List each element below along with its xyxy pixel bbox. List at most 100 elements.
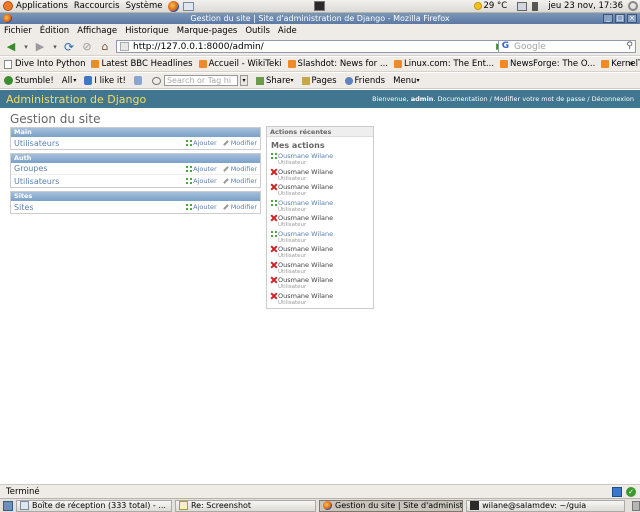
module-sites: Sites Sites Ajouter Modifier xyxy=(10,191,261,214)
model-link[interactable]: Utilisateurs xyxy=(14,177,180,186)
menu-aide[interactable]: Aide xyxy=(278,26,297,36)
add-link[interactable]: Ajouter xyxy=(186,203,217,211)
stop-button[interactable]: ⊘ xyxy=(80,40,94,54)
stumbleupon-status-icon[interactable] xyxy=(612,487,622,497)
gnome-foot-icon xyxy=(3,1,13,11)
back-history-dropdown[interactable]: ▾ xyxy=(22,40,30,54)
add-link[interactable]: Ajouter xyxy=(186,165,217,173)
menu-marque-pages[interactable]: Marque-pages xyxy=(177,26,238,36)
recent-action-line[interactable]: Ousmane Wilane xyxy=(271,152,369,160)
terminal-icon xyxy=(470,501,480,510)
menu-historique[interactable]: Historique xyxy=(125,26,169,36)
volume-icon[interactable] xyxy=(532,1,543,11)
recent-action-type: Utilisateur xyxy=(278,206,307,213)
bookmark-item[interactable]: Dive Into Python xyxy=(4,59,85,69)
search-icon[interactable]: ⚲ xyxy=(626,41,633,51)
clock[interactable]: jeu 23 nov, 17:36 xyxy=(545,0,626,13)
firefox-icon xyxy=(323,501,333,510)
comment-icon[interactable] xyxy=(151,76,161,85)
menu-outils[interactable]: Outils xyxy=(245,26,270,36)
trash-icon[interactable] xyxy=(632,500,640,511)
minimize-button[interactable]: _ xyxy=(603,14,613,23)
add-link[interactable]: Ajouter xyxy=(186,177,217,185)
add-link[interactable]: Ajouter xyxy=(186,139,217,147)
all-label: All xyxy=(61,75,73,86)
firefox-window-icon[interactable] xyxy=(3,14,12,23)
tag-search-input[interactable]: Search or Tag hi xyxy=(163,75,238,86)
pencil-icon xyxy=(222,178,229,184)
recent-action-line[interactable]: Ousmane Wilane xyxy=(271,199,369,207)
weather-applet[interactable]: 29 °C xyxy=(471,0,511,13)
recent-action-line[interactable]: Ousmane Wilane xyxy=(271,230,369,238)
system-menu[interactable]: Système xyxy=(123,0,166,13)
stumbleupon-toolbar: Stumble! All ▾ I like it! Search or Tag h… xyxy=(0,73,640,89)
change-link[interactable]: Modifier xyxy=(222,165,257,173)
model-row: Utilisateurs Ajouter Modifier xyxy=(11,175,260,187)
bookmark-item[interactable]: NewsForge: The O... xyxy=(500,59,595,69)
forward-button[interactable]: ▶ xyxy=(33,40,47,54)
recent-action-type: Utilisateur xyxy=(278,284,307,290)
checkmark-icon[interactable]: ✓ xyxy=(626,487,636,497)
module-caption[interactable]: Main xyxy=(11,128,260,137)
maximize-button[interactable]: □ xyxy=(615,14,625,23)
back-button[interactable]: ◀ xyxy=(4,40,18,54)
pages-button[interactable]: Pages xyxy=(301,76,337,86)
applications-menu[interactable]: Applications xyxy=(0,0,71,13)
model-row: Groupes Ajouter Modifier xyxy=(11,163,260,175)
shortcuts-label: Raccourcis xyxy=(73,1,120,11)
recent-action-line: Ousmane Wilane xyxy=(271,276,369,284)
change-link[interactable]: Modifier xyxy=(222,139,257,147)
menu-affichage[interactable]: Affichage xyxy=(77,26,117,36)
change-link[interactable]: Modifier xyxy=(222,203,257,211)
module-caption[interactable]: Auth xyxy=(11,154,260,163)
model-link[interactable]: Sites xyxy=(14,203,180,212)
google-engine-icon[interactable]: G xyxy=(500,41,511,52)
network-icon[interactable] xyxy=(517,1,528,11)
shortcuts-menu[interactable]: Raccourcis xyxy=(71,0,123,13)
site-brand[interactable]: Administration de Django xyxy=(6,93,146,106)
thumbs-down-icon[interactable] xyxy=(133,76,142,85)
window-titlebar[interactable]: Gestion du site | Site d'administration … xyxy=(0,13,640,24)
module-caption[interactable]: Sites xyxy=(11,192,260,201)
add-label: Ajouter xyxy=(193,139,217,147)
search-box[interactable]: G Google ⚲ xyxy=(498,40,636,53)
delete-icon xyxy=(271,169,277,175)
close-button[interactable]: × xyxy=(627,14,637,23)
bookmark-item[interactable]: Linux.com: The Ent... xyxy=(394,59,494,69)
user-links[interactable]: . Documentation / Modifier votre mot de … xyxy=(433,95,634,103)
i-like-it-button[interactable]: I like it! xyxy=(84,76,126,86)
add-label: Ajouter xyxy=(193,203,217,211)
reload-button[interactable]: ⟳ xyxy=(62,40,76,54)
taskbar-task[interactable]: Re: Screenshot xyxy=(174,499,317,512)
taskbar-task[interactable]: Boîte de réception (333 total) - ... xyxy=(15,499,172,512)
menu-edition[interactable]: Édition xyxy=(40,26,69,36)
taskbar-task-active[interactable]: Gestion du site | Site d'administr... xyxy=(319,499,464,512)
url-bar[interactable]: http://127.0.0.1:8000/admin/ ▶ xyxy=(116,40,506,53)
bookmark-item[interactable]: Slashdot: News for ... xyxy=(287,59,388,69)
firefox-launcher-icon[interactable] xyxy=(167,0,179,12)
menu-fichier[interactable]: Fichier xyxy=(4,26,32,36)
terminal-launcher-icon[interactable] xyxy=(313,1,325,11)
model-link[interactable]: Groupes xyxy=(14,164,180,173)
bookmark-item[interactable]: KernelTrap xyxy=(601,59,640,69)
friends-label: Friends xyxy=(354,75,386,86)
taskbar-task[interactable]: wilane@salamdev: ~/guia xyxy=(466,499,626,512)
menu-button[interactable]: Menu ▾ xyxy=(393,76,419,86)
tag-dropdown-button[interactable]: ▾ xyxy=(239,75,248,86)
all-dropdown[interactable]: All ▾ xyxy=(62,76,77,86)
forward-history-dropdown[interactable]: ▾ xyxy=(51,40,59,54)
show-desktop-icon[interactable] xyxy=(3,500,13,511)
power-icon[interactable] xyxy=(628,1,638,11)
app-modules: Main Utilisateurs Ajouter Modifier Auth … xyxy=(10,127,261,217)
bookmark-item[interactable]: Accueil - WikiTeki xyxy=(198,59,282,69)
share-button[interactable]: Share ▾ xyxy=(255,76,294,86)
bookmark-item[interactable]: Latest BBC Headlines xyxy=(91,59,193,69)
change-link[interactable]: Modifier xyxy=(222,177,257,185)
friends-button[interactable]: Friends xyxy=(344,75,386,86)
home-button[interactable]: ⌂ xyxy=(98,40,112,54)
stumble-button[interactable]: Stumble! xyxy=(4,76,54,86)
model-link[interactable]: Utilisateurs xyxy=(14,139,180,148)
bookmark-label: Dive Into Python xyxy=(15,59,86,69)
bookmarks-overflow-button[interactable]: » xyxy=(628,59,634,69)
mail-launcher-icon[interactable] xyxy=(182,1,194,11)
